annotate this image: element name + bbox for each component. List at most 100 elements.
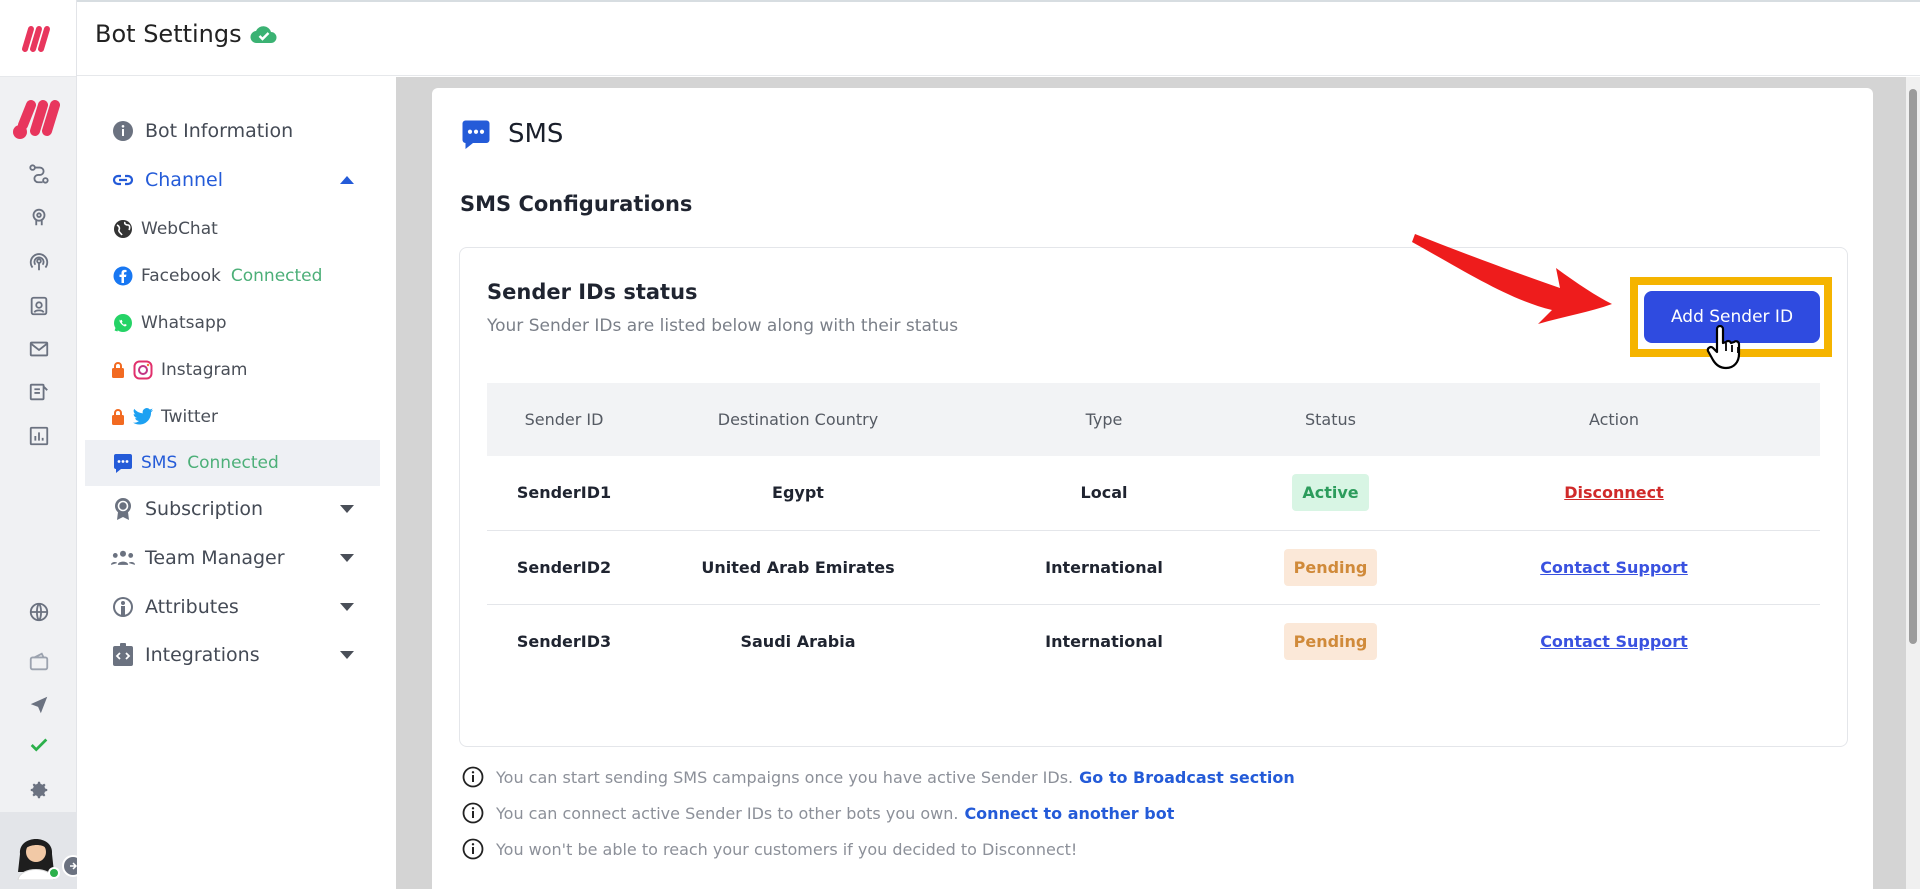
sidebar-item-subscription[interactable]: Subscription [85,487,380,531]
disconnect-link[interactable]: Disconnect [1564,483,1664,502]
brand-mark [0,83,76,153]
sidebar-item-attributes[interactable]: Attributes [85,585,380,629]
mail-icon[interactable] [0,338,77,360]
analytics-icon[interactable] [0,425,77,447]
table-row: SenderID2 United Arab Emirates Internati… [487,530,1820,605]
wallet-icon[interactable] [0,651,77,673]
note-text: You can start sending SMS campaigns once… [496,767,1074,787]
column-header: Sender ID [524,410,604,429]
channel-label: Facebook [141,266,221,286]
channel-item-facebook[interactable]: Facebook Connected [85,253,380,299]
user-profile[interactable] [0,812,84,889]
app-logo[interactable] [0,0,76,77]
status-cell: Active [1253,456,1408,531]
sms-card: SMS SMS Configurations Sender IDs status… [432,88,1873,889]
info-note: You can connect active Sender IDs to oth… [462,802,1174,824]
channel-item-whatsapp[interactable]: Whatsapp [85,300,380,346]
sidebar-item-label: Channel [145,169,224,191]
sidebar-item-label: Bot Information [145,120,294,142]
action-cell: Disconnect [1408,456,1820,531]
country-cell: Saudi Arabia [740,631,856,651]
vertical-scrollbar[interactable] [1906,77,1920,889]
settings-sidebar: Bot Information Channel WebChat Facebook… [77,77,396,889]
sms-chat-icon [462,120,490,149]
sidebar-item-integrations[interactable]: Integrations [85,633,380,677]
flow-icon[interactable] [0,163,77,185]
channel-label: Instagram [161,360,248,380]
section-title: SMS Configurations [460,192,693,216]
status-cell: Pending [1253,530,1408,605]
chevron-down-icon[interactable] [340,554,354,562]
column-header: Action [1588,410,1640,429]
templates-icon[interactable] [0,381,77,403]
type-cell: International [1045,631,1163,651]
connected-status: Connected [230,266,323,286]
sender-ids-panel: Sender IDs status Your Sender IDs are li… [459,234,1848,747]
connect-another-bot-link[interactable]: Connect to another bot [964,804,1174,823]
info-note: You can start sending SMS campaigns once… [462,766,1295,788]
gear-icon[interactable] [0,779,77,801]
sidebar-item-label: Subscription [145,498,264,520]
connected-status: Connected [187,453,279,473]
table-row: SenderID1 Egypt Local Active Disconnect [487,456,1820,531]
action-cell: Contact Support [1408,604,1820,678]
panel-title: Sender IDs status [487,280,698,304]
info-circle-icon [462,766,484,788]
sidebar-item-label: Attributes [145,596,239,618]
chevron-down-icon[interactable] [340,505,354,513]
broadcast-icon[interactable] [0,251,77,273]
red-arrow-annotation [1412,234,1612,324]
contact-support-link[interactable]: Contact Support [1540,632,1688,651]
cloud-check-icon [250,26,277,44]
facebook-icon [111,264,135,288]
sidebar-item-channel[interactable]: Channel [85,158,380,202]
channel-item-webchat[interactable]: WebChat [85,206,380,252]
training-icon[interactable] [0,206,77,228]
lock-icon [112,409,124,425]
contact-support-link[interactable]: Contact Support [1540,558,1688,577]
channel-label: Whatsapp [141,313,227,333]
info-note: You won't be able to reach your customer… [462,838,1077,860]
channel-label: WebChat [141,219,218,239]
go-to-broadcast-link[interactable]: Go to Broadcast section [1079,768,1295,787]
app-rail [0,0,84,889]
status-badge: Active [1292,474,1369,512]
info-circle-icon [462,838,484,860]
chevron-up-icon[interactable] [340,176,354,184]
column-header: Destination Country [717,410,879,429]
contacts-icon[interactable] [0,295,77,317]
table-header-row: Sender ID Destination Country Type Statu… [487,383,1820,456]
channel-item-sms[interactable]: SMS Connected [85,440,380,486]
hand-cursor-icon [1706,325,1741,370]
table-row: SenderID3 Saudi Arabia International Pen… [487,604,1820,678]
chevron-down-icon[interactable] [340,651,354,659]
language-globe-icon[interactable] [0,601,77,623]
page-title: Bot Settings [95,20,242,48]
scrollbar-thumb[interactable] [1909,89,1917,644]
person-circle-icon [111,595,135,619]
whatsapp-icon [111,311,135,335]
brand-mark-icon [13,100,60,139]
send-icon[interactable] [0,694,77,716]
info-circle-icon [111,119,135,143]
country-cell: United Arab Emirates [641,530,955,605]
sender-ids-table: Sender ID Destination Country Type Statu… [487,383,1820,678]
team-users-icon [111,546,135,570]
chevron-down-icon[interactable] [340,603,354,611]
sidebar-item-label: Team Manager [145,547,285,569]
channel-item-twitter[interactable]: Twitter [85,394,380,440]
type-cell: Local [955,456,1253,531]
channel-label: SMS [141,453,178,473]
channel-label: Twitter [161,407,218,427]
checkmark-icon[interactable] [0,734,77,756]
sidebar-item-team-manager[interactable]: Team Manager [85,536,380,580]
online-status-dot [48,867,60,879]
type-cell: International [955,530,1253,605]
panel-subtitle: Your Sender IDs are listed below along w… [487,316,959,336]
sidebar-item-bot-information[interactable]: Bot Information [85,109,380,153]
page-title-wrap: Bot Settings [95,20,278,48]
note-text: You can connect active Sender IDs to oth… [496,803,959,823]
status-badge: Pending [1283,548,1378,586]
channel-item-instagram[interactable]: Instagram [85,347,380,393]
globe-icon [111,217,135,241]
